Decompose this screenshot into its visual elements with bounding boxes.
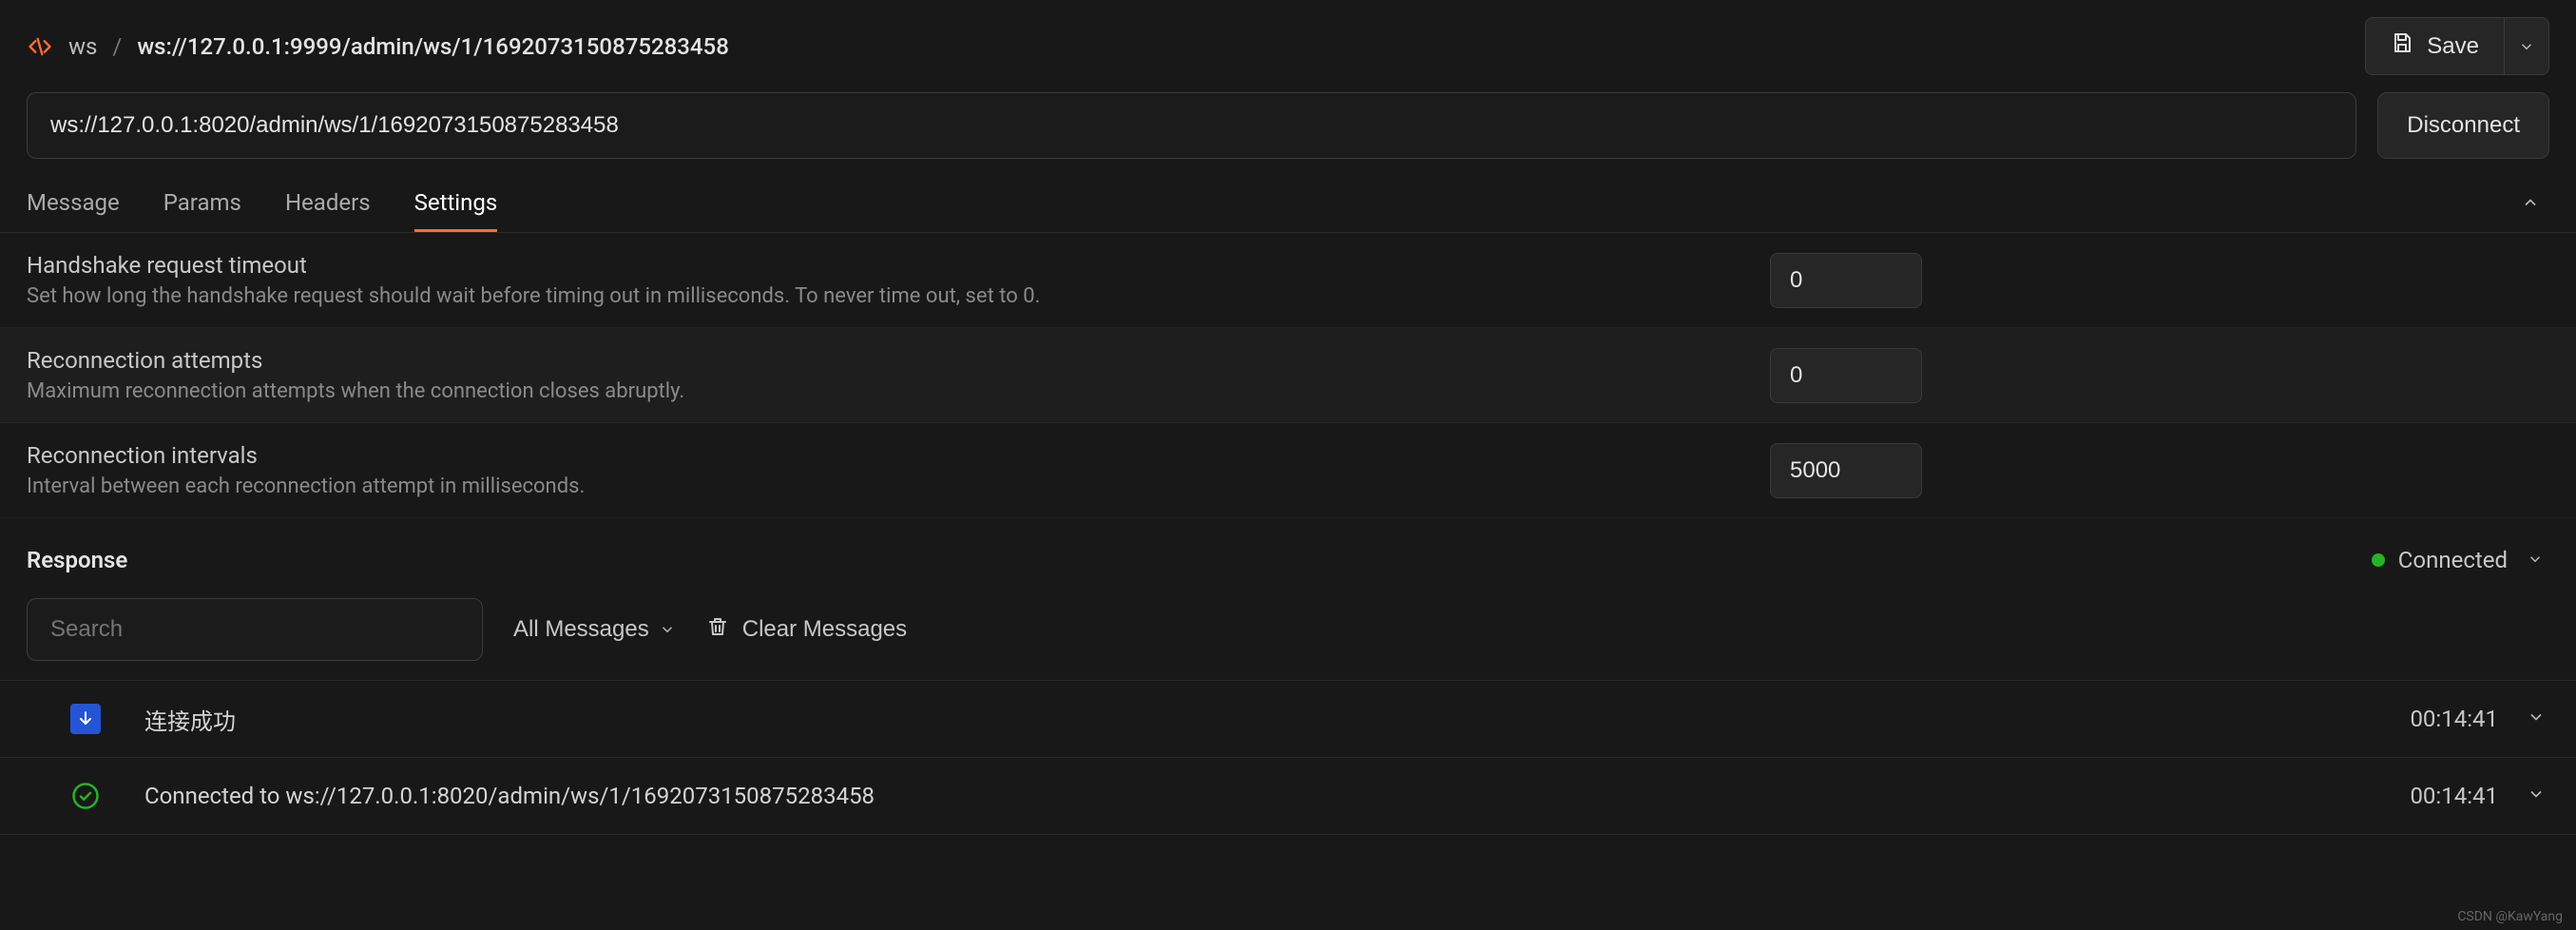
message-filter-button[interactable]: All Messages [513, 616, 676, 643]
setting-desc: Maximum reconnection attempts when the c… [27, 379, 1770, 403]
message-row[interactable]: Connected to ws://127.0.0.1:8020/admin/w… [0, 758, 2576, 835]
response-toolbar: All Messages Clear Messages [0, 589, 2576, 680]
disconnect-button[interactable]: Disconnect [2377, 92, 2549, 159]
response-header: Response Connected [0, 518, 2576, 589]
url-input[interactable] [27, 92, 2356, 159]
save-label: Save [2427, 33, 2479, 60]
reconnection-attempts-input[interactable] [1770, 348, 1922, 403]
setting-text: Handshake request timeout Set how long t… [27, 252, 1770, 308]
setting-desc: Interval between each reconnection attem… [27, 475, 1770, 498]
setting-reconnection-attempts: Reconnection attempts Maximum reconnecti… [0, 328, 2576, 423]
filter-label: All Messages [513, 616, 649, 643]
setting-handshake-timeout: Handshake request timeout Set how long t… [0, 233, 2576, 328]
expand-message-button[interactable] [2523, 779, 2549, 813]
message-text: 连接成功 [144, 703, 2410, 736]
search-input[interactable] [27, 598, 483, 661]
tab-message[interactable]: Message [27, 176, 120, 232]
tabs: Message Params Headers Settings [0, 176, 2576, 233]
websocket-icon [27, 33, 53, 60]
incoming-arrow-icon [70, 704, 101, 734]
breadcrumb-name[interactable]: ws [68, 33, 97, 60]
message-time: 00:14:41 [2410, 783, 2498, 809]
breadcrumb-separator: / [112, 33, 122, 60]
tab-params[interactable]: Params [163, 176, 241, 232]
message-row[interactable]: 连接成功 00:14:41 [0, 680, 2576, 758]
setting-desc: Set how long the handshake request shoul… [27, 284, 1770, 308]
handshake-timeout-input[interactable] [1770, 253, 1922, 308]
url-row: Disconnect [0, 92, 2576, 176]
message-time: 00:14:41 [2410, 706, 2498, 732]
collapse-panel-button[interactable] [2511, 182, 2549, 227]
setting-text: Reconnection intervals Interval between … [27, 442, 1770, 498]
response-title: Response [27, 547, 127, 573]
tab-headers[interactable]: Headers [285, 176, 371, 232]
trash-icon [706, 615, 729, 645]
save-dropdown-button[interactable] [2505, 17, 2549, 75]
expand-message-button[interactable] [2523, 702, 2549, 736]
clear-messages-button[interactable]: Clear Messages [706, 615, 907, 645]
status-text: Connected [2398, 547, 2508, 573]
setting-reconnection-intervals: Reconnection intervals Interval between … [0, 423, 2576, 518]
reconnection-intervals-input[interactable] [1770, 443, 1922, 498]
chevron-down-icon [2527, 785, 2546, 804]
setting-title: Handshake request timeout [27, 252, 1770, 279]
breadcrumb-url[interactable]: ws://127.0.0.1:9999/admin/ws/1/169207315… [137, 33, 729, 60]
status-dropdown-button[interactable] [2521, 541, 2549, 579]
setting-text: Reconnection attempts Maximum reconnecti… [27, 347, 1770, 403]
chevron-down-icon [2518, 38, 2535, 55]
clear-label: Clear Messages [742, 616, 907, 643]
save-icon [2391, 31, 2413, 61]
chevron-down-icon [2527, 707, 2546, 727]
setting-title: Reconnection attempts [27, 347, 1770, 374]
connected-check-icon [70, 781, 101, 811]
breadcrumb-bar: ws / ws://127.0.0.1:9999/admin/ws/1/1692… [0, 0, 2576, 92]
status-dot-icon [2372, 553, 2385, 567]
chevron-up-icon [2521, 193, 2540, 212]
chevron-down-icon [2527, 551, 2544, 568]
tab-settings[interactable]: Settings [414, 176, 498, 232]
setting-title: Reconnection intervals [27, 442, 1770, 469]
watermark: CSDN @KawYang [2457, 909, 2563, 924]
save-button-group: Save [2365, 17, 2549, 75]
save-button[interactable]: Save [2365, 17, 2505, 75]
connection-status: Connected [2372, 541, 2549, 579]
message-text: Connected to ws://127.0.0.1:8020/admin/w… [144, 783, 2410, 809]
chevron-down-icon [659, 621, 676, 638]
